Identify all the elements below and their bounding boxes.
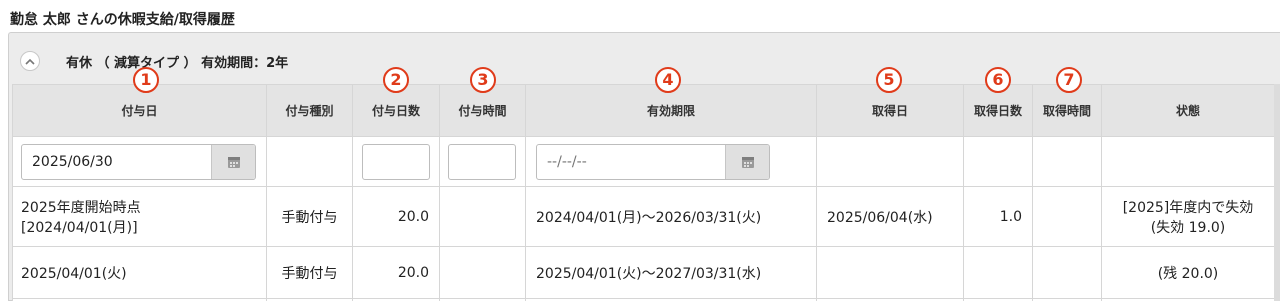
filter-cell [352, 136, 440, 187]
page-title: 勤怠 太郎 さんの休暇支給/取得履歴 [10, 12, 235, 28]
grant-date-filter [21, 143, 256, 180]
marker-7: 7 [1056, 67, 1082, 93]
marker-4: 4 [655, 67, 681, 93]
status-line2: (失効 19.0) [1150, 219, 1226, 236]
table-row[interactable]: 2025年度開始時点 [2024/04/01(月)] 手動付与 20.0 202… [12, 186, 1275, 247]
grant-date-line2: [2024/04/01(月)] [21, 219, 138, 236]
grant-date-cell: 2025/04/01(火) [12, 246, 267, 299]
header-row: 付与日 付与種別 付与日数 付与時間 有効期限 取得日 取得日数 取得時間 状態 [12, 84, 1275, 137]
grant-hours-filter-input[interactable] [448, 143, 516, 180]
col-header-status[interactable]: 状態 [1101, 84, 1275, 137]
grant-hours-cell [439, 186, 526, 247]
taken-date-cell [816, 246, 964, 299]
col-header-grant-type[interactable]: 付与種別 [266, 84, 353, 137]
status-line1: [2025]年度内で失効 [1122, 199, 1254, 216]
grant-type-cell: 手動付与 [266, 186, 353, 247]
marker-5: 5 [876, 67, 902, 93]
calendar-icon [227, 156, 240, 168]
taken-hours-cell [1032, 186, 1102, 247]
grant-date-input[interactable] [22, 144, 211, 179]
grant-days-filter-input[interactable] [362, 143, 430, 180]
table-row[interactable]: 2025/04/01(火) 手動付与 20.0 2025/04/01(火)～20… [12, 246, 1275, 299]
marker-3: 3 [470, 67, 496, 93]
collapse-button[interactable] [20, 51, 40, 71]
grant-days-cell: 20.0 [352, 186, 440, 247]
scrollbar[interactable] [1274, 84, 1280, 301]
taken-hours-cell [1032, 246, 1102, 299]
filter-cell [1101, 136, 1275, 187]
filter-cell [439, 136, 526, 187]
expiry-calendar-button[interactable] [725, 144, 769, 179]
filter-cell [963, 136, 1033, 187]
chevron-up-icon [25, 58, 35, 65]
filter-cell [816, 136, 964, 187]
grant-date-line1: 2025/04/01(火) [21, 265, 127, 282]
grant-days-cell: 20.0 [352, 246, 440, 299]
filter-cell [525, 136, 817, 187]
expiry-cell: 2024/04/01(月)～2026/03/31(火) [525, 186, 817, 247]
grant-date-cell: 2025年度開始時点 [2024/04/01(月)] [12, 186, 267, 247]
grant-hours-cell [439, 246, 526, 299]
taken-days-cell: 1.0 [963, 186, 1033, 247]
expiry-input[interactable] [537, 144, 725, 179]
status-cell: (残 20.0) [1101, 246, 1275, 299]
section-title: 有休 （ 減算タイプ ） 有効期間：2年 [66, 55, 289, 71]
filter-cell [266, 136, 353, 187]
col-header-grant-date[interactable]: 付与日 [12, 84, 267, 137]
filter-cell [1032, 136, 1102, 187]
taken-date-cell: 2025/06/04(水) [816, 186, 964, 247]
filter-row [12, 136, 1275, 187]
taken-days-cell [963, 246, 1033, 299]
grant-date-line1: 2025年度開始時点 [21, 199, 141, 216]
expiry-cell: 2025/04/01(火)～2027/03/31(水) [525, 246, 817, 299]
leave-history-table: 付与日 付与種別 付与日数 付与時間 有効期限 取得日 取得日数 取得時間 状態 [12, 84, 1275, 301]
expiry-filter [536, 143, 770, 180]
grant-type-cell: 手動付与 [266, 246, 353, 299]
filter-cell [12, 136, 267, 187]
grant-date-calendar-button[interactable] [211, 144, 255, 179]
marker-6: 6 [985, 67, 1011, 93]
calendar-icon [741, 156, 754, 168]
status-cell: [2025]年度内で失効 (失効 19.0) [1101, 186, 1275, 247]
marker-1: 1 [133, 67, 159, 93]
marker-2: 2 [383, 67, 409, 93]
